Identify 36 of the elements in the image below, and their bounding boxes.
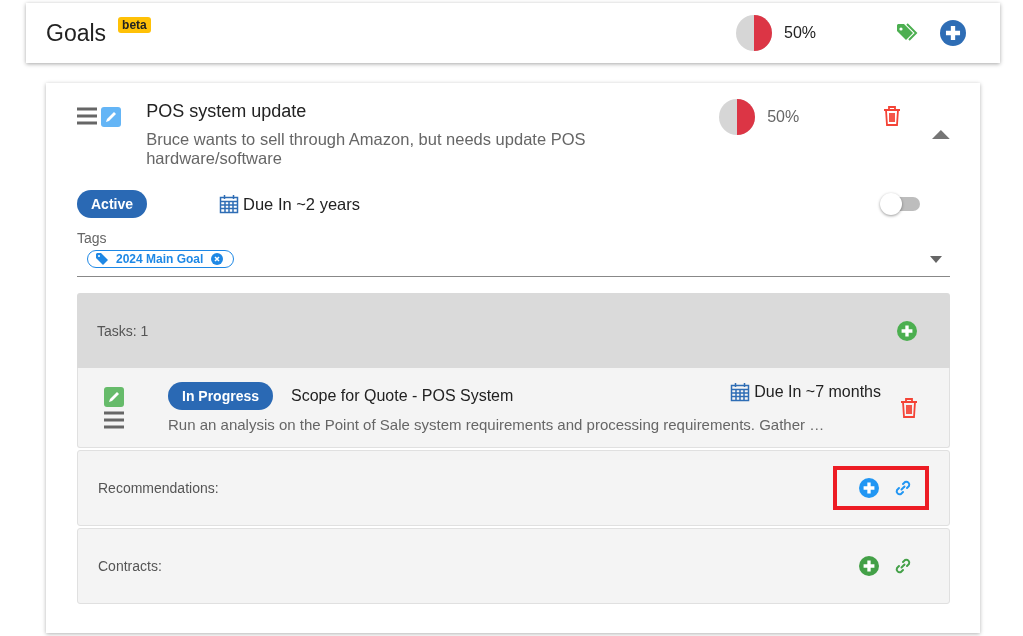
tags-field[interactable]: 2024 Main Goal [77,246,950,277]
progress-reading: 50% [767,108,800,126]
trash-icon[interactable] [882,105,903,127]
goal-description: Bruce wants to sell through Amazon, but needs update POS hardware/software [146,130,587,168]
remove-tag-icon[interactable] [211,253,224,265]
progress-reading: 50% [784,24,817,42]
tasks-count: Tasks: 1 [97,322,149,339]
due-date: Due In ~7 months [754,383,881,401]
status-chip[interactable]: In Progress [168,382,274,410]
due-date: Due In ~2 years [243,194,360,214]
calendar-icon [219,194,240,214]
tags-icon[interactable] [896,23,920,43]
section-label: Recommendations: [98,480,219,496]
beta-badge: beta [118,16,151,33]
trash-icon[interactable] [899,396,919,419]
add-icon[interactable] [940,20,966,46]
add-icon[interactable] [859,478,879,498]
drag-handle-icon[interactable] [104,410,124,429]
tag-icon [96,253,108,265]
task-description: Run an analysis on the Point of Sale system requirements and processing requirements. Gather … [168,416,826,433]
tags-label: Tags [77,230,108,246]
collapse-caret-icon[interactable] [932,129,950,139]
link-icon[interactable] [893,556,913,576]
page-title: Goals [46,19,107,47]
dropdown-caret-icon[interactable] [930,255,942,263]
status-chip[interactable]: Active [77,190,148,218]
calendar-icon [730,382,751,402]
edit-icon[interactable] [104,386,124,407]
task-title: Scope for Quote - POS System [291,387,514,405]
add-icon[interactable] [859,556,879,576]
section-label: Contracts: [98,558,162,574]
link-icon[interactable] [893,478,913,498]
goal-title: POS system update [146,101,308,122]
add-icon[interactable] [897,320,917,341]
drag-handle-icon[interactable] [77,107,97,125]
tag-label: 2024 Main Goal [116,252,204,266]
